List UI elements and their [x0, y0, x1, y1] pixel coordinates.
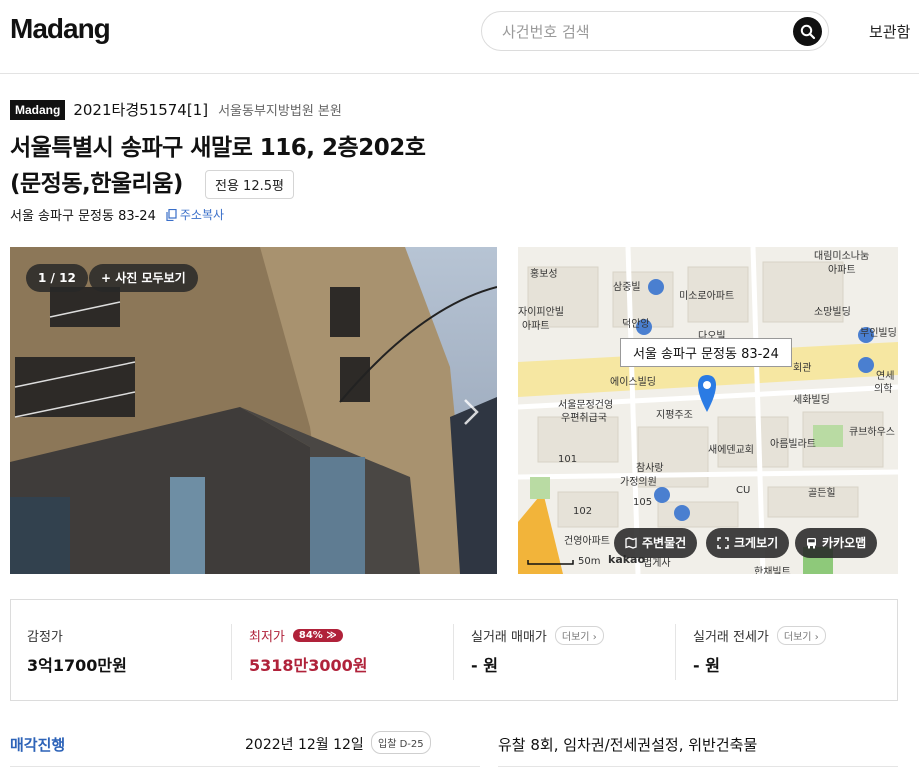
page-title: 서울특별시 송파구 새말로 116, 2층202호: [10, 135, 426, 161]
case-info-row: Madang 2021타경51574[1] 서울동부지방법원 본원: [10, 99, 342, 120]
map-label: 102: [573, 506, 593, 517]
map-label: 골든힐: [808, 488, 836, 499]
minimum-label: 최저가: [249, 630, 285, 645]
sale-jeonse-more-button[interactable]: 더보기 ›: [776, 626, 826, 645]
divider: [453, 624, 454, 680]
sale-jeonse-price: 실거래 전세가 더보기 › - 원: [693, 600, 893, 700]
auction-date: 2022년 12월 12일: [245, 737, 364, 753]
map-label: 한채빌트: [754, 567, 791, 574]
lot-address-row: 서울 송파구 문정동 83-24 주소복사: [10, 205, 224, 224]
nearby-items-button[interactable]: 주변물건: [614, 528, 698, 558]
map-label: 아파트: [522, 321, 550, 332]
map-label: 건영아파트: [564, 536, 610, 547]
kakao-map-label: 카카오맵: [822, 536, 867, 550]
page-subtitle: (문정동,한울리움): [10, 171, 183, 197]
map-label: 삼중빌: [613, 282, 641, 293]
appraisal-label: 감정가: [27, 630, 63, 645]
map-label: 자이피안빌: [518, 307, 564, 318]
map-label: CU: [736, 485, 751, 496]
map-label: 참사랑: [636, 463, 664, 474]
map-label: 우편취급국: [561, 413, 607, 424]
kakao-map-button[interactable]: 카카오맵: [795, 528, 878, 558]
location-map[interactable]: 대림미소나눔 아파트 홍보성 삼중빌 미소로아파트 소망빌딩 자이피안빌 아파트…: [518, 247, 898, 574]
copy-address-label: 주소복사: [179, 208, 225, 222]
minimum-value: 5318만3000원: [249, 656, 368, 675]
map-icon: [625, 537, 637, 549]
divider: [231, 624, 232, 680]
case-number: 2021타경51574[1]: [73, 101, 209, 119]
archive-link[interactable]: 보관함: [869, 21, 910, 42]
appraisal-value: 3억1700만원: [27, 656, 127, 675]
area-chip: 전용 12.5평: [205, 170, 294, 199]
price-summary: 감정가 3억1700만원 최저가 84% ≫ 5318만3000원 실거래 매매…: [10, 599, 898, 701]
search-bar[interactable]: [481, 11, 829, 51]
map-label: 덕안앙: [622, 319, 650, 330]
copy-address-button[interactable]: 주소복사: [166, 206, 224, 223]
map-label: 지평주조: [656, 410, 693, 421]
sale-trade-price: 실거래 매매가 더보기 › - 원: [471, 600, 671, 700]
search-button[interactable]: [793, 17, 822, 46]
divider: [675, 624, 676, 680]
map-label: 에이스빌딩: [610, 377, 656, 388]
schedule-row: 매각진행 2022년 12월 12일 입찰 D-25 유찰 8회, 임차권/전세…: [0, 718, 919, 767]
dday-badge: 입찰 D-25: [371, 731, 431, 754]
sale-trade-label: 실거래 매매가: [471, 630, 547, 645]
auction-status: 매각진행: [10, 736, 66, 754]
map-label: 101: [558, 454, 578, 465]
bus-icon: [807, 538, 816, 549]
map-label: 대림미소나눔: [814, 251, 870, 262]
map-label: 부인빌딩: [860, 328, 897, 339]
minimum-price: 최저가 84% ≫ 5318만3000원: [249, 600, 449, 700]
court-name: 서울동부지방법원 본원: [218, 104, 342, 119]
site-header: Madang 보관함: [0, 0, 919, 74]
building-photo: [10, 247, 497, 574]
map-label: 의학: [874, 384, 893, 395]
map-label: 홍보성: [530, 269, 558, 280]
lot-address: 서울 송파구 문정동 83-24: [10, 209, 156, 224]
sale-jeonse-label-row: 실거래 전세가 더보기 ›: [693, 626, 826, 645]
sale-trade-label-row: 실거래 매매가 더보기 ›: [471, 626, 604, 645]
sale-trade-value: - 원: [471, 656, 498, 675]
enlarge-map-label: 크게보기: [734, 536, 779, 550]
appraisal-price: 감정가 3억1700만원: [27, 600, 227, 700]
map-label: 회관: [793, 363, 812, 374]
map-label: 50m: [578, 556, 601, 567]
map-label: 세화빌딩: [793, 395, 830, 406]
map-label: 큐브하우스: [849, 427, 895, 438]
map-label: 아름빌라트: [770, 439, 816, 450]
view-all-photos-button[interactable]: + 사진 모두보기: [89, 264, 198, 292]
map-address-label: 서울 송파구 문정동 83-24: [620, 338, 792, 367]
map-label: 105: [633, 497, 653, 508]
copy-icon: [166, 208, 177, 221]
expand-icon: [717, 537, 729, 549]
chevron-right-icon[interactable]: [460, 397, 482, 427]
map-label: 소망빌딩: [814, 307, 851, 318]
sale-jeonse-value: - 원: [693, 656, 720, 675]
photo-counter: 1 / 12: [26, 264, 88, 292]
search-icon: [800, 24, 815, 39]
discount-badge: 84% ≫: [292, 629, 343, 642]
search-input[interactable]: [502, 20, 782, 44]
sale-jeonse-label: 실거래 전세가: [693, 630, 769, 645]
property-photo[interactable]: 1 / 12 + 사진 모두보기: [10, 247, 497, 574]
sale-trade-more-button[interactable]: 더보기 ›: [554, 626, 604, 645]
map-label: 미소로아파트: [679, 291, 735, 302]
brand-badge: Madang: [10, 99, 66, 120]
enlarge-map-button[interactable]: 크게보기: [706, 528, 790, 558]
map-label: 가정의원: [620, 477, 657, 488]
minimum-label-row: 최저가 84% ≫: [249, 626, 343, 645]
auction-remarks: 유찰 8회, 임차권/전세권설정, 위반건축물: [498, 736, 758, 754]
map-label: 새에덴교회: [708, 445, 754, 456]
logo[interactable]: Madang: [10, 13, 111, 45]
map-label: 아파트: [828, 265, 856, 276]
nearby-items-label: 주변물건: [642, 536, 687, 550]
